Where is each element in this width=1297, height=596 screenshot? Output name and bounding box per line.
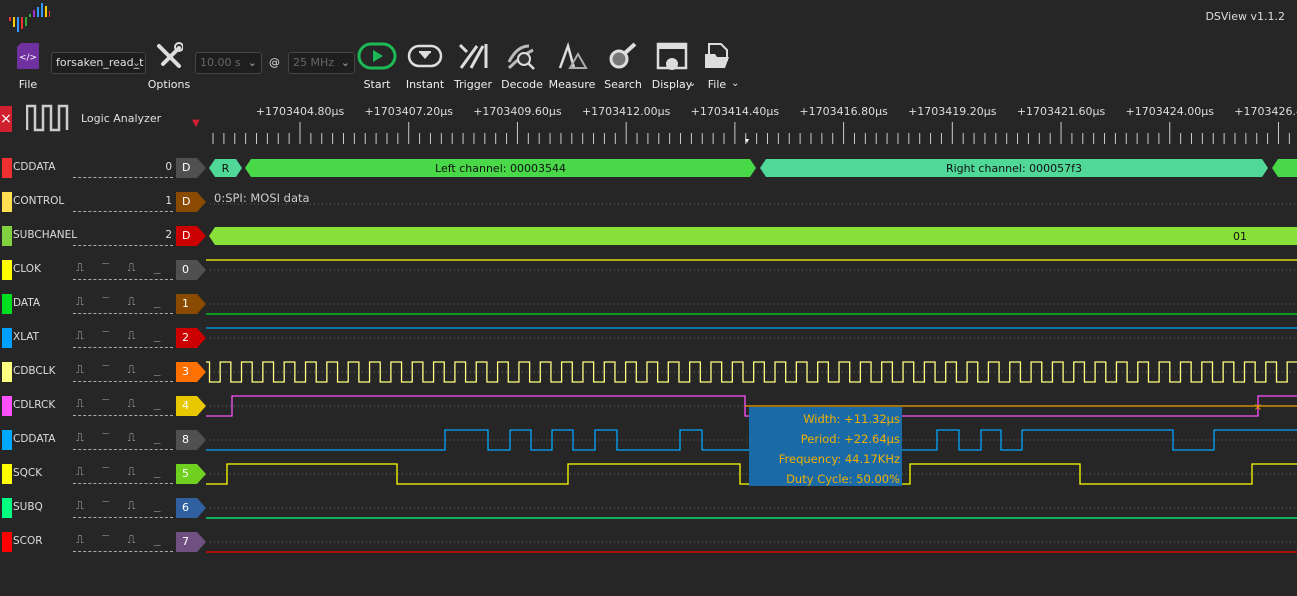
- channel-name: CDBCLK: [13, 365, 56, 377]
- divider: [73, 313, 173, 314]
- time-label: +1703414.40µs: [691, 105, 780, 118]
- channel-name: CDDATA: [13, 161, 56, 173]
- decoder-row-control[interactable]: CONTROL 1 D: [0, 185, 210, 219]
- channel-color: [2, 362, 12, 382]
- channel-tag[interactable]: 7: [176, 532, 206, 552]
- channel-color: [2, 464, 12, 484]
- trigger-type-icons[interactable]: ⎍ ‾ ⎍ _ ⌶: [76, 363, 192, 377]
- divider: [73, 211, 173, 212]
- trigger-type-icons[interactable]: ⎍ ‾ ⎍ _ ⌶: [76, 329, 192, 343]
- decode-annotation: 0:SPI: MOSI data: [214, 191, 310, 205]
- channel-tag[interactable]: 5: [176, 464, 206, 484]
- channel-name: SUBQ: [13, 501, 43, 513]
- channel-name: SQCK: [13, 467, 43, 479]
- channel-index: 1: [165, 195, 172, 207]
- channel-color: [2, 396, 12, 416]
- time-label: +1703426.40µs: [1234, 105, 1297, 118]
- decode-segment: [1272, 159, 1297, 177]
- channel-name: CLOK: [13, 263, 41, 275]
- channel-row-data[interactable]: DATA ⎍ ‾ ⎍ _ ⌶ 1: [0, 287, 210, 321]
- time-label: +1703424.00µs: [1126, 105, 1215, 118]
- trigger-type-icons[interactable]: ⎍ ‾ ⎍ _ ⌶: [76, 295, 192, 309]
- channel-row-sqck[interactable]: SQCK ⎍ ‾ ⎍ _ ⌶ 5: [0, 457, 210, 491]
- divider: [73, 449, 173, 450]
- time-label: +1703421.60µs: [1017, 105, 1106, 118]
- channel-index: 2: [165, 229, 172, 241]
- channel-name: SUBCHANEL: [13, 229, 78, 241]
- trigger-type-icons[interactable]: ⎍ ‾ ⎍ _ ⌶: [76, 465, 192, 479]
- channel-row-cdlrck[interactable]: CDLRCK ⎍ ‾ ⎍ _ ⌶ 4: [0, 389, 210, 423]
- measurement-popup: Width: +11.32µs Period: +22.64µs Frequen…: [749, 407, 902, 486]
- channel-row-subq[interactable]: SUBQ ⎍ ‾ ⎍ _ ⌶ 6: [0, 491, 210, 525]
- channel-row-scor[interactable]: SCOR ⎍ ‾ ⎍ _ ⌶ 7: [0, 525, 210, 559]
- divider: [73, 517, 173, 518]
- channel-color: [2, 158, 12, 178]
- channel-tag[interactable]: 2: [176, 328, 206, 348]
- decoder-tag[interactable]: D: [176, 192, 206, 212]
- channel-tag[interactable]: 0: [176, 260, 206, 280]
- time-label: +1703419.20µs: [908, 105, 997, 118]
- divider: [73, 279, 173, 280]
- channel-name: XLAT: [13, 331, 40, 343]
- trigger-type-icons[interactable]: ⎍ ‾ ⎍ _ ⌶: [76, 431, 192, 445]
- decode-segment-label: Right channel: 000057f3: [946, 162, 1082, 175]
- channel-name: SCOR: [13, 535, 43, 547]
- measure-frequency: Frequency: 44.17KHz: [778, 452, 900, 466]
- channel-row-clok[interactable]: CLOK ⎍ ‾ ⎍ _ ⌶ 0: [0, 253, 210, 287]
- decode-value: 01: [1233, 230, 1247, 243]
- channel-name: CONTROL: [13, 195, 65, 207]
- channel-color: [2, 294, 12, 314]
- waveform-cdbclk: [206, 361, 1297, 383]
- decoder-row-subchanel[interactable]: SUBCHANEL 2 D: [0, 219, 210, 253]
- trigger-type-icons[interactable]: ⎍ ‾ ⎍ _ ⌶: [76, 533, 192, 547]
- channel-color: [2, 532, 12, 552]
- time-label: +1703416.80µs: [799, 105, 888, 118]
- time-label: +1703404.80µs: [256, 105, 345, 118]
- divider: [73, 177, 173, 178]
- channel-row-cddata[interactable]: CDDATA ⎍ ‾ ⎍ _ ⌶ 8: [0, 423, 210, 457]
- measure-duty: Duty Cycle: 50.00%: [786, 472, 900, 486]
- channel-tag[interactable]: 3: [176, 362, 206, 382]
- decoder-tag[interactable]: D: [176, 226, 206, 246]
- decode-segment-label: Left channel: 00003544: [435, 162, 566, 175]
- channel-color: [2, 498, 12, 518]
- channel-name: DATA: [13, 297, 41, 309]
- divider: [73, 415, 173, 416]
- divider: [73, 551, 173, 552]
- trigger-type-icons[interactable]: ⎍ ‾ ⎍ _ ⌶: [76, 261, 192, 275]
- channel-row-xlat[interactable]: XLAT ⎍ ‾ ⎍ _ ⌶ 2: [0, 321, 210, 355]
- time-label: +1703409.60µs: [473, 105, 562, 118]
- channel-tag[interactable]: 4: [176, 396, 206, 416]
- decode-segment-label: R: [222, 162, 230, 175]
- channel-color: [2, 192, 12, 212]
- divider: [73, 347, 173, 348]
- divider: [73, 381, 173, 382]
- decode-bar: [209, 227, 1297, 245]
- trigger-type-icons[interactable]: ⎍ ‾ ⎍ _ ⌶: [76, 499, 192, 513]
- channel-name: CDLRCK: [13, 399, 56, 411]
- channel-row-cdbclk[interactable]: CDBCLK ⎍ ‾ ⎍ _ ⌶ 3: [0, 355, 210, 389]
- decoder-row-cddata[interactable]: CDDATA 0 D: [0, 151, 210, 185]
- channel-color: [2, 226, 12, 246]
- measure-width: Width: +11.32µs: [803, 412, 900, 426]
- time-label: +1703407.20µs: [365, 105, 454, 118]
- channel-color: [2, 260, 12, 280]
- divider: [73, 245, 173, 246]
- measure-end-marker: ×: [1254, 402, 1262, 413]
- measure-period: Period: +22.64µs: [800, 432, 900, 446]
- channel-index: 0: [165, 161, 172, 173]
- channel-color: [2, 328, 12, 348]
- channel-tag[interactable]: 1: [176, 294, 206, 314]
- time-label: +1703412.00µs: [582, 105, 671, 118]
- decoder-tag[interactable]: D: [176, 158, 206, 178]
- channel-color: [2, 430, 12, 450]
- channel-tag[interactable]: 8: [176, 430, 206, 450]
- channel-tag[interactable]: 6: [176, 498, 206, 518]
- channel-name: CDDATA: [13, 433, 56, 445]
- trigger-type-icons[interactable]: ⎍ ‾ ⎍ _ ⌶: [76, 397, 192, 411]
- divider: [73, 483, 173, 484]
